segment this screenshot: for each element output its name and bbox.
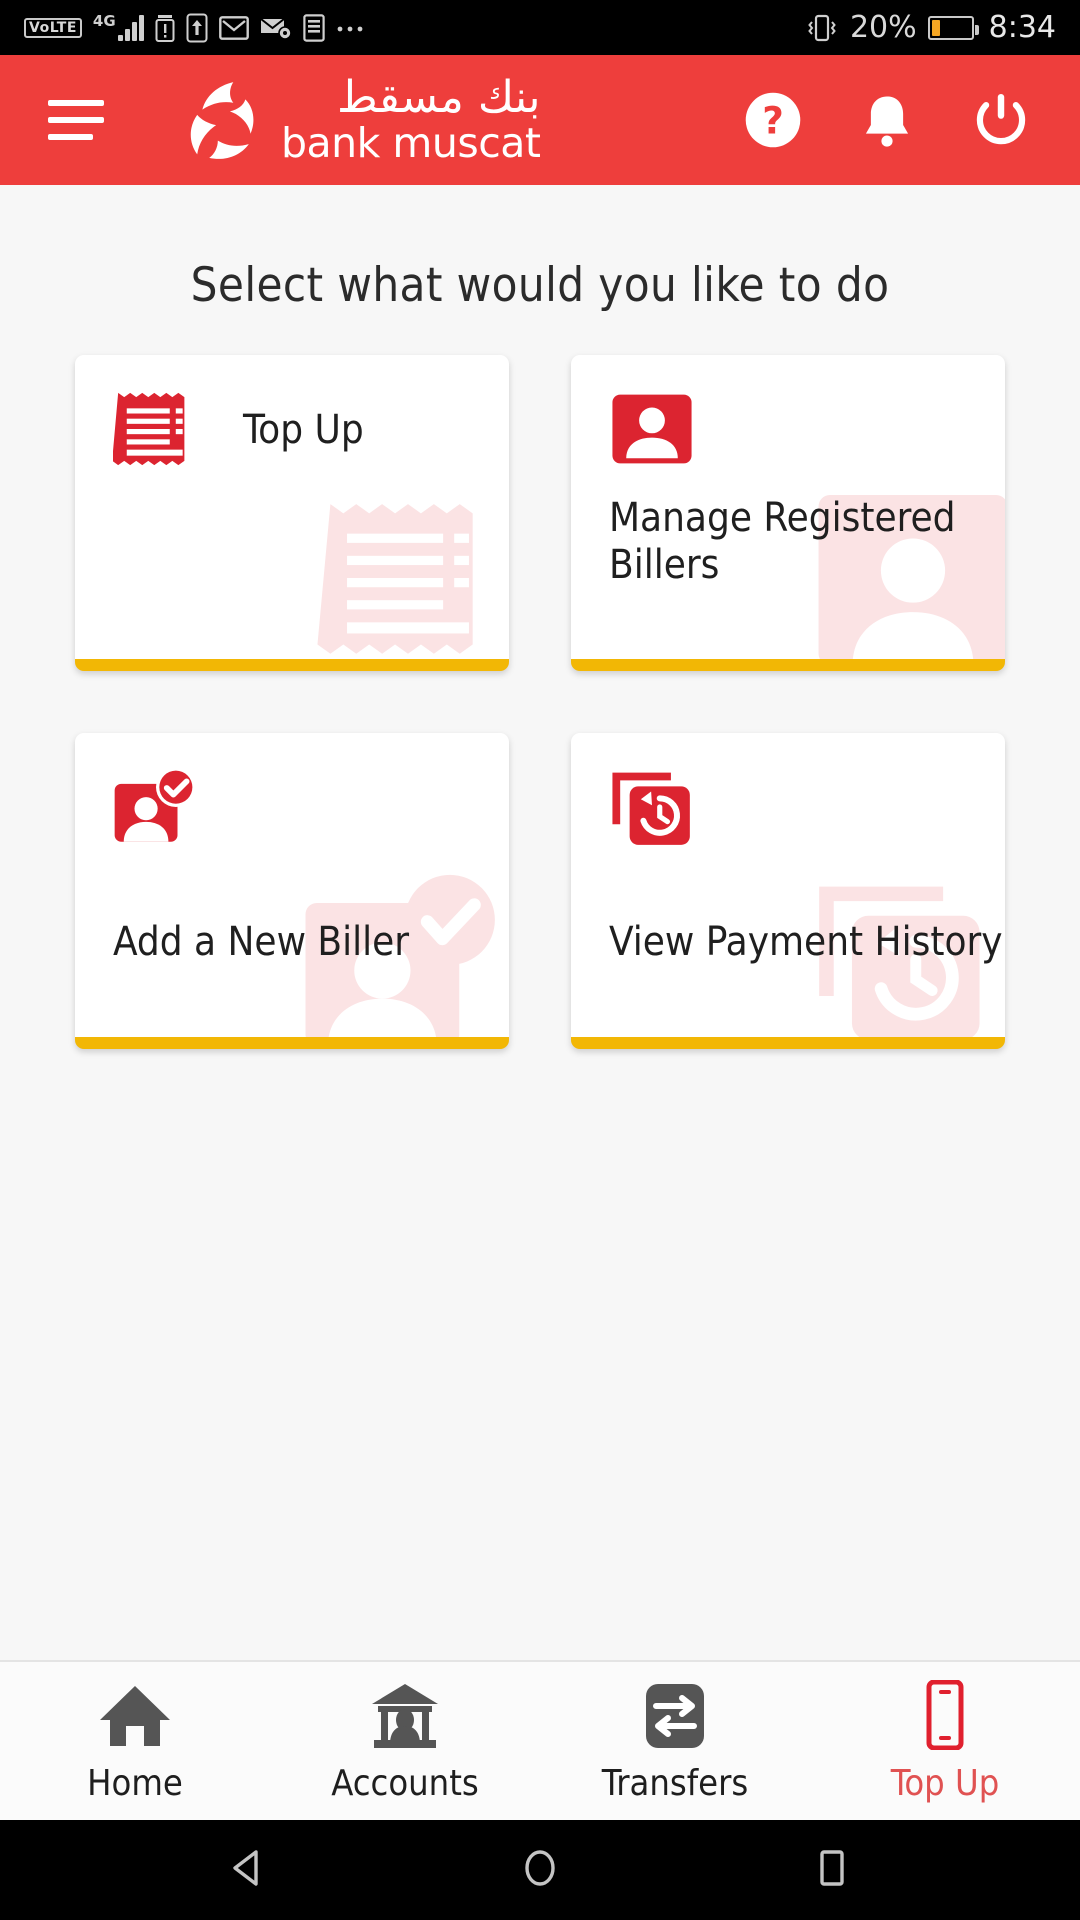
person-card-icon (612, 394, 692, 464)
phone-screen: VoLTE 4G 20% 8:34 بنك مسقط bank muscat ?… (0, 0, 1080, 1920)
recents-square-icon[interactable] (809, 1845, 855, 1895)
status-bar-left-icons: VoLTE 4G (24, 13, 364, 43)
card-add-new-biller[interactable]: Add a New Biller (75, 733, 509, 1049)
nav-label-top-up: Top Up (890, 1763, 1000, 1804)
card-manage-registered-billers[interactable]: Manage Registered Billers (571, 355, 1005, 671)
action-card-grid: Top Up Manage Registered Billers Add a N… (75, 355, 1005, 1049)
nav-item-home[interactable]: Home (0, 1678, 270, 1804)
card-label-manage-registered-billers: Manage Registered Billers (609, 495, 956, 589)
bottom-navigation-bar: Home Accounts Transfers Top Up (0, 1660, 1080, 1820)
bank-icon (368, 1678, 442, 1750)
nav-item-transfers[interactable]: Transfers (540, 1678, 810, 1804)
nav-item-accounts[interactable]: Accounts (270, 1678, 540, 1804)
signal-bars (117, 15, 144, 41)
document-icon (302, 13, 325, 42)
status-bar: VoLTE 4G 20% 8:34 (0, 0, 1080, 55)
card-label-view-payment-history: View Payment History (609, 919, 1003, 965)
gmail-icon (218, 15, 249, 40)
battery-percent-label: 20% (849, 9, 917, 45)
hamburger-menu-icon[interactable] (48, 100, 104, 140)
receipt-icon (113, 392, 185, 466)
volte-icon: VoLTE (24, 17, 82, 38)
home-circle-icon[interactable] (517, 1845, 563, 1895)
svg-text:?: ? (762, 99, 784, 143)
nav-item-top-up[interactable]: Top Up (810, 1678, 1080, 1804)
vibrate-icon (808, 14, 836, 41)
clock-label: 8:34 (988, 9, 1056, 45)
home-icon (98, 1678, 172, 1750)
upload-icon (186, 13, 208, 42)
sim-alert-icon (155, 14, 175, 42)
phone-icon (908, 1678, 982, 1750)
notifications-bell-icon[interactable] (856, 89, 918, 151)
back-triangle-icon[interactable] (225, 1845, 271, 1895)
header-actions: ? (742, 89, 1032, 151)
bank-muscat-logo: بنك مسقط bank muscat (179, 72, 541, 167)
card-view-payment-history[interactable]: View Payment History (571, 733, 1005, 1049)
nav-label-accounts: Accounts (331, 1763, 479, 1804)
more-icon (337, 26, 363, 31)
transfers-icon (638, 1678, 712, 1750)
brand-english-label: bank muscat (281, 119, 541, 167)
nav-label-home: Home (87, 1763, 183, 1804)
mail-sync-icon (260, 17, 292, 40)
4g-signal-icon: 4G (93, 14, 144, 41)
card-top-up[interactable]: Top Up (75, 355, 509, 671)
power-logout-icon[interactable] (970, 89, 1032, 151)
nav-label-transfers: Transfers (601, 1763, 749, 1804)
brand-arabic-label: بنك مسقط (337, 72, 541, 123)
person-check-icon (114, 767, 196, 842)
history-clock-icon (612, 772, 690, 845)
bank-muscat-logo-mark (190, 82, 254, 159)
card-label-add-new-biller: Add a New Biller (113, 919, 410, 965)
battery-icon (927, 15, 979, 40)
app-header: بنك مسقط bank muscat ? (0, 55, 1080, 185)
bank-muscat-wordmark: بنك مسقط bank muscat (281, 72, 541, 167)
page-title: Select what would you like to do (190, 258, 890, 313)
help-icon[interactable]: ? (742, 89, 804, 151)
android-navigation-bar (0, 1820, 1080, 1920)
receipt-watermark-icon (317, 504, 473, 654)
status-bar-right-icons: 20% 8:34 (805, 9, 1056, 45)
card-label-top-up: Top Up (243, 407, 364, 453)
